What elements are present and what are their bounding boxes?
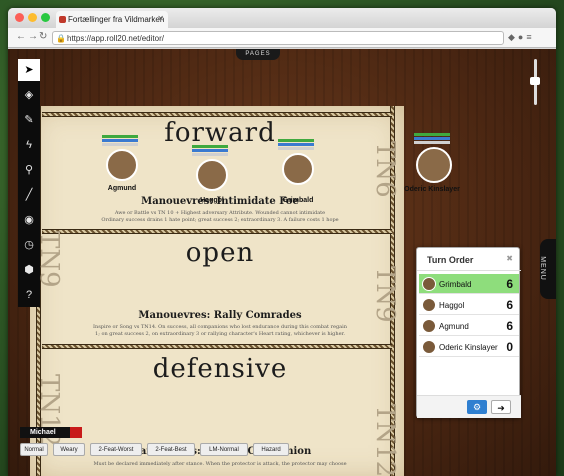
turn-order-row[interactable]: Oderic Kinslayer 0 xyxy=(419,337,519,357)
stance-rule-line: Ordinary success drains 1 hate point; gr… xyxy=(101,217,339,223)
extension-icons[interactable]: ◆●≡ xyxy=(508,32,535,43)
map-layer-icon[interactable]: ◈ xyxy=(18,84,40,106)
turn-order-name: Grimbald xyxy=(439,280,472,289)
turn-order-row[interactable]: Grimbald 6 xyxy=(419,274,519,294)
token-portrait xyxy=(416,147,452,183)
fx-icon[interactable]: ϟ xyxy=(18,134,40,156)
next-turn-arrow-icon[interactable]: ➜ xyxy=(491,400,511,414)
lock-icon: 🔒 xyxy=(56,34,66,43)
stance-rule-line: Must be declared immediately after stanc… xyxy=(93,461,347,467)
celtic-divider xyxy=(42,229,392,234)
forward-arrow-icon[interactable]: → xyxy=(28,31,38,42)
macro-button[interactable]: 2-Feat-Best xyxy=(147,443,195,456)
macro-button[interactable]: 2-Feat-Worst xyxy=(90,443,142,456)
tn-label: TN12 xyxy=(370,404,400,476)
turn-order-name: Haggol xyxy=(439,301,465,310)
url-text: https://app.roll20.net/editor/ xyxy=(67,34,164,43)
turn-order-score[interactable]: 6 xyxy=(506,298,513,312)
turn-order-title: Turn Order xyxy=(427,255,474,265)
tab-title: Fortællinger fra Vildmarken xyxy=(68,15,165,24)
menu-label: MENU xyxy=(538,256,546,281)
token-portrait xyxy=(106,149,138,181)
avatar xyxy=(422,340,436,354)
token-name: Agmund xyxy=(107,185,137,192)
player-name-tag[interactable]: Michael xyxy=(20,427,82,438)
browser-toolbar: ← → ↻ 🔒 https://app.roll20.net/editor/ ◆… xyxy=(8,28,556,48)
reload-icon[interactable]: ↻ xyxy=(39,31,47,42)
title-bar: Fortællinger fra Vildmarken ✕ xyxy=(8,8,556,28)
token-status-bars xyxy=(192,145,228,157)
token-status-bars xyxy=(414,133,450,145)
macro-button[interactable]: LM-Normal xyxy=(200,443,248,456)
settings-gear-icon[interactable]: ⚙ xyxy=(467,400,487,414)
player-color-swatch xyxy=(70,427,82,438)
avatar xyxy=(422,319,436,333)
macro-bar: Normal Weary 2-Feat-Worst 2-Feat-Best LM… xyxy=(20,443,400,457)
tool-palette: ➤ ◈ ✎ ϟ ⚲ ╱ ◉ ◷ ⬢ ? xyxy=(18,59,40,307)
stance-title-defensive: defensive xyxy=(152,354,288,384)
minimize-window-button[interactable] xyxy=(28,13,37,22)
token-grimbald[interactable]: Grimbald xyxy=(272,139,324,204)
token-haggol[interactable]: Haggol xyxy=(188,145,236,207)
turn-order-score[interactable]: 6 xyxy=(506,277,513,291)
pages-toggle-button[interactable]: PAGES xyxy=(236,49,280,60)
turn-order-name: Agmund xyxy=(439,322,469,331)
celtic-divider xyxy=(42,344,392,349)
zoom-icon[interactable]: ⚲ xyxy=(18,159,40,181)
menu-toggle-button[interactable]: MENU xyxy=(538,239,556,299)
close-icon[interactable]: ✖ xyxy=(506,254,513,263)
turn-order-row[interactable]: Haggol 6 xyxy=(419,295,519,315)
close-window-button[interactable] xyxy=(15,13,24,22)
avatar xyxy=(422,298,436,312)
tab-close-icon[interactable]: ✕ xyxy=(157,14,164,23)
browser-window: Fortællinger fra Vildmarken ✕ ← → ↻ 🔒 ht… xyxy=(8,8,556,476)
stance-rule-line: 1; on great success 2, on extraordinary … xyxy=(95,331,345,337)
token-status-bars xyxy=(278,139,314,151)
token-portrait xyxy=(282,153,314,185)
zoom-slider[interactable] xyxy=(530,59,540,105)
token-agmund[interactable]: Agmund xyxy=(98,135,146,197)
draw-icon[interactable]: ✎ xyxy=(18,109,40,131)
zoom-handle[interactable] xyxy=(530,77,540,85)
select-icon[interactable]: ➤ xyxy=(18,59,40,81)
roll20-editor: forward Manouevres: Intimidate Foe Awe o… xyxy=(8,49,556,476)
token-portrait xyxy=(196,159,228,191)
address-bar[interactable]: 🔒 https://app.roll20.net/editor/ xyxy=(52,31,504,45)
player-name: Michael xyxy=(30,429,56,436)
avatar xyxy=(422,277,436,291)
stance-rule-line: Inspire or Song vs TN14. On success, all… xyxy=(93,324,347,330)
token-oderic-kinslayer[interactable]: Oderic Kinslayer xyxy=(396,133,464,195)
ruler-icon[interactable]: ╱ xyxy=(18,184,40,206)
turn-order-name: Oderic Kinslayer xyxy=(439,343,498,352)
turn-order-row[interactable]: Agmund 6 xyxy=(419,316,519,336)
turn-order-footer: ⚙ ➜ xyxy=(417,395,521,418)
fog-icon[interactable]: ◉ xyxy=(18,209,40,231)
macro-button[interactable]: Weary xyxy=(53,443,85,456)
stance-title-open: open xyxy=(185,238,255,268)
token-name: Oderic Kinslayer xyxy=(404,186,460,193)
back-arrow-icon[interactable]: ← xyxy=(16,31,26,42)
browser-tab[interactable]: Fortællinger fra Vildmarken ✕ xyxy=(56,11,168,28)
turn-order-score[interactable]: 6 xyxy=(506,319,513,333)
turn-tracker-icon[interactable]: ◷ xyxy=(18,234,40,256)
turn-order-panel[interactable]: Turn Order ✖ Grimbald 6 Haggol 6 Agmund … xyxy=(416,247,521,418)
turn-order-score[interactable]: 0 xyxy=(506,340,513,354)
token-name: Haggol xyxy=(200,197,224,204)
macro-button[interactable]: Hazard xyxy=(253,443,289,456)
tn-label: TN9 xyxy=(370,266,400,323)
dice-icon[interactable]: ⬢ xyxy=(18,259,40,281)
token-name: Grimbald xyxy=(282,197,314,204)
maximize-window-button[interactable] xyxy=(41,13,50,22)
token-status-bars xyxy=(102,135,138,147)
macro-button[interactable]: Normal xyxy=(20,443,48,456)
celtic-border-top xyxy=(42,112,392,117)
help-icon[interactable]: ? xyxy=(18,284,40,306)
stance-subtitle-open: Manouevres: Rally Comrades xyxy=(138,310,302,321)
stance-rule-line: Awe or Battle vs TN 10 + Highest adversa… xyxy=(114,210,326,216)
roll20-favicon-icon xyxy=(59,16,66,23)
